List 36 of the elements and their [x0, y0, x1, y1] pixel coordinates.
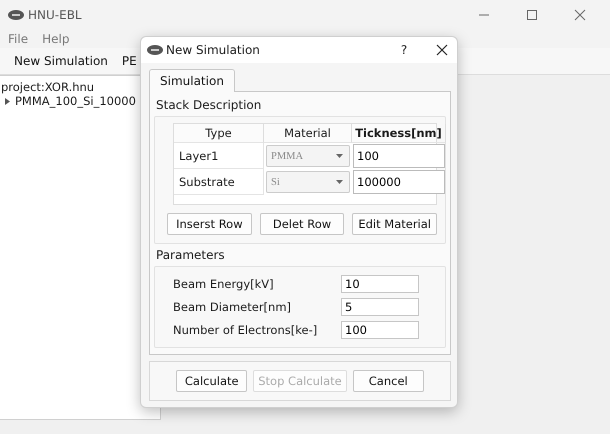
- caret-icon: [336, 154, 343, 158]
- field-label: Beam Energy[kV]: [173, 277, 275, 291]
- table-cell: Layer1: [174, 143, 264, 169]
- tab[interactable]: Simulation: [149, 69, 235, 92]
- caret-icon: [336, 180, 343, 184]
- column-header[interactable]: Type: [174, 124, 264, 143]
- tree-header: project:XOR.hnu: [0, 80, 96, 94]
- menu-item[interactable]: Help: [42, 32, 70, 46]
- window-title: HNU-EBL: [28, 8, 82, 22]
- input-field[interactable]: 100: [341, 321, 419, 339]
- dialog-button[interactable]: Cancel: [352, 370, 424, 392]
- table-button[interactable]: Inserst Row: [167, 213, 252, 235]
- dialog-button[interactable]: Calculate: [176, 370, 248, 392]
- thickness-field[interactable]: 100000: [353, 170, 445, 194]
- close-icon[interactable]: [435, 43, 449, 57]
- table-button[interactable]: Edit Material: [352, 213, 438, 235]
- app-logo-icon: [147, 45, 163, 55]
- field-label: Number of Electrons[ke-]: [173, 323, 318, 337]
- toolbar-button[interactable]: PE: [122, 54, 137, 68]
- thickness-field[interactable]: 100: [353, 144, 445, 168]
- column-header[interactable]: Tickness[nm]: [352, 124, 446, 143]
- input-field[interactable]: 10: [341, 275, 419, 293]
- tree-item[interactable]: PMMA_100_Si_10000: [15, 94, 136, 108]
- toolbar-button[interactable]: New Simulation: [14, 54, 108, 68]
- table-button[interactable]: Delet Row: [260, 213, 344, 235]
- help-button[interactable]: ?: [384, 43, 424, 57]
- collapsed-arrow-icon[interactable]: [4, 98, 10, 104]
- section-title: Stack Description: [155, 98, 262, 112]
- column-header[interactable]: Material: [264, 124, 352, 143]
- section-title: Parameters: [155, 248, 226, 262]
- app-logo-icon: [8, 10, 24, 20]
- field-label: Beam Diameter[nm]: [173, 300, 292, 314]
- dialog-title: New Simulation: [166, 43, 260, 57]
- input-field[interactable]: 5: [341, 298, 419, 316]
- table-cell: Substrate: [174, 169, 264, 195]
- menu-item[interactable]: File: [8, 32, 28, 46]
